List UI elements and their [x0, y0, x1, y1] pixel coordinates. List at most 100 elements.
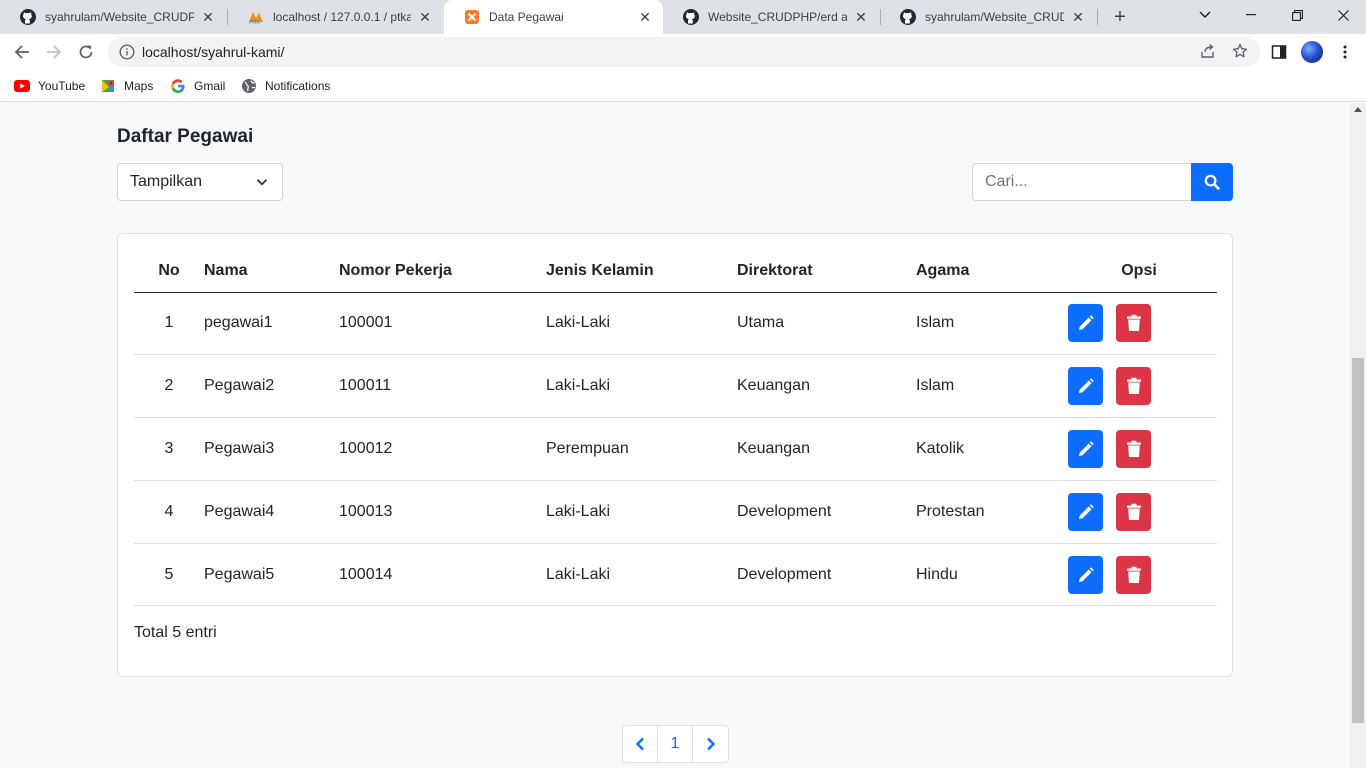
bookmark-label: Maps [124, 79, 154, 93]
avatar[interactable] [1301, 41, 1323, 63]
tab-github-erd[interactable]: Website_CRUDPHP/erd at ma ✕ [663, 0, 879, 34]
scrollbar-thumb[interactable] [1352, 358, 1364, 723]
close-icon[interactable]: ✕ [637, 9, 653, 25]
tab-title: Data Pegawai [489, 10, 564, 24]
page-title: Daftar Pegawai [117, 126, 254, 147]
cell-no: 5 [134, 543, 204, 607]
info-icon[interactable] [119, 44, 135, 60]
trash-icon [1126, 566, 1141, 583]
address-bar[interactable]: localhost/syahrul-kami/ [108, 37, 1260, 67]
cell-jenis-kelamin: Perempuan [546, 417, 737, 481]
search-input[interactable] [972, 163, 1192, 201]
side-panel-icon[interactable] [1268, 41, 1290, 63]
close-icon[interactable]: ✕ [200, 9, 216, 25]
edit-button[interactable] [1068, 304, 1103, 343]
table-row: 3 Pegawai3 100012 Perempuan Keuangan Kat… [134, 417, 1217, 481]
bookmark-maps[interactable]: Maps [100, 76, 153, 96]
cell-no: 1 [134, 292, 204, 356]
youtube-icon [14, 78, 30, 94]
chevron-left-icon [635, 737, 644, 751]
next-page-button[interactable] [693, 726, 728, 762]
delete-button[interactable] [1116, 304, 1151, 343]
edit-button[interactable] [1068, 367, 1103, 406]
edit-button[interactable] [1068, 429, 1103, 468]
delete-button[interactable] [1116, 555, 1151, 594]
star-icon[interactable] [1231, 42, 1249, 60]
delete-button[interactable] [1116, 429, 1151, 468]
total-entries: Total 5 entri [134, 624, 217, 641]
tab-search-button[interactable] [1182, 0, 1228, 30]
cell-opsi [1061, 543, 1217, 607]
browser-toolbar: localhost/syahrul-kami/ [0, 34, 1366, 70]
cell-opsi [1061, 480, 1217, 544]
restore-icon [1291, 9, 1303, 21]
column-header-agama: Agama [916, 250, 1061, 293]
select-value: Tampilkan [130, 173, 203, 190]
close-icon[interactable]: ✕ [853, 9, 869, 25]
scroll-up-arrow-icon[interactable] [1354, 107, 1362, 112]
search-button[interactable] [1191, 163, 1233, 201]
cell-jenis-kelamin: Laki-Laki [546, 480, 737, 544]
column-header-opsi: Opsi [1061, 250, 1217, 293]
column-header-jenis-kelamin: Jenis Kelamin [546, 250, 737, 293]
edit-button[interactable] [1068, 492, 1103, 531]
delete-button[interactable] [1116, 492, 1151, 531]
delete-button[interactable] [1116, 367, 1151, 406]
cell-nama: Pegawai2 [204, 354, 339, 419]
restore-button[interactable] [1274, 0, 1320, 30]
reload-button[interactable] [72, 38, 100, 66]
tab-title: syahrulam/Website_CRUDPHP [45, 10, 194, 24]
minimize-icon [1246, 14, 1256, 16]
chevron-down-icon [256, 179, 268, 186]
bookmark-gmail[interactable]: Gmail [170, 76, 225, 96]
share-icon[interactable] [1199, 42, 1217, 60]
bookmark-label: YouTube [38, 79, 86, 93]
tab-title: Website_CRUDPHP/erd at ma [708, 10, 847, 24]
table-row: 4 Pegawai4 100013 Laki-Laki Development … [134, 480, 1217, 544]
reload-icon [79, 45, 93, 59]
more-menu-icon[interactable] [1334, 41, 1356, 63]
cell-jenis-kelamin: Laki-Laki [546, 292, 737, 356]
cell-agama: Islam [916, 354, 1061, 419]
cell-no: 2 [134, 354, 204, 419]
tab-title: localhost / 127.0.0.1 / ptkami [273, 10, 411, 24]
minimize-button[interactable] [1228, 0, 1274, 30]
cell-no: 3 [134, 417, 204, 481]
arrow-right-icon [47, 45, 62, 59]
close-icon[interactable]: ✕ [417, 9, 433, 25]
column-header-direktorat: Direktorat [737, 250, 916, 293]
pencil-icon [1078, 378, 1094, 394]
close-icon[interactable]: ✕ [1070, 9, 1086, 25]
pagination: 1 [622, 725, 729, 763]
page-number-button[interactable]: 1 [658, 726, 693, 762]
tab-phpmyadmin[interactable]: PMA localhost / 127.0.0.1 / ptkami ✕ [228, 0, 443, 34]
globe-icon [241, 78, 257, 94]
github-icon [20, 9, 36, 25]
new-tab-button[interactable]: + [1108, 5, 1132, 29]
close-window-button[interactable] [1320, 0, 1366, 30]
trash-icon [1126, 503, 1141, 520]
cell-nama: Pegawai5 [204, 543, 339, 607]
cell-nomor: 100014 [339, 543, 546, 607]
page-scrollbar[interactable] [1350, 103, 1366, 768]
cell-direktorat: Utama [737, 292, 916, 356]
bookmarks-bar: YouTube Maps Gmail Notifications [0, 70, 1366, 102]
tab-github-2[interactable]: syahrulam/Website_CRUDPHP ✕ [880, 0, 1096, 34]
previous-page-button[interactable] [623, 726, 658, 762]
pencil-icon [1078, 566, 1094, 582]
cell-jenis-kelamin: Laki-Laki [546, 543, 737, 607]
display-select[interactable]: Tampilkan [117, 163, 283, 201]
table-row: 2 Pegawai2 100011 Laki-Laki Keuangan Isl… [134, 354, 1217, 419]
url-text: localhost/syahrul-kami/ [142, 44, 285, 60]
edit-button[interactable] [1068, 555, 1103, 594]
cell-no: 4 [134, 480, 204, 544]
back-button[interactable] [8, 38, 36, 66]
pencil-icon [1078, 441, 1094, 456]
column-header-no: No [134, 250, 204, 293]
bookmark-notifications[interactable]: Notifications [241, 76, 330, 96]
tab-github-1[interactable]: syahrulam/Website_CRUDPHP ✕ [0, 0, 226, 34]
bookmark-youtube[interactable]: YouTube [14, 76, 85, 96]
tab-data-pegawai[interactable]: Data Pegawai ✕ [444, 0, 663, 34]
forward-button[interactable] [40, 38, 68, 66]
column-header-nama: Nama [204, 250, 339, 293]
